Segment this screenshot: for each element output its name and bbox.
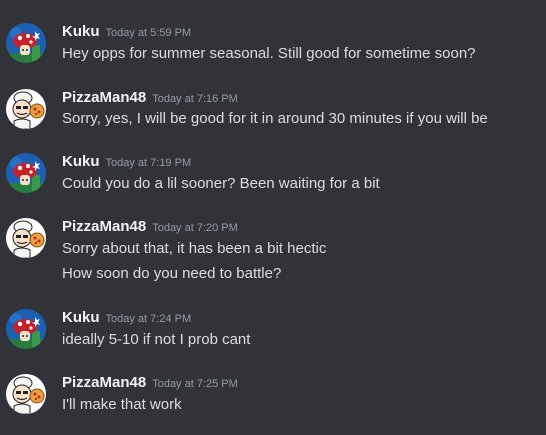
pizza-chef-avatar-icon xyxy=(6,218,46,258)
message-text: Sorry, yes, I will be good for it in aro… xyxy=(62,110,488,127)
timestamp: Today at 7:16 PM xyxy=(152,93,238,105)
avatar[interactable] xyxy=(6,153,46,193)
mushroom-avatar-icon xyxy=(6,153,46,193)
mushroom-avatar-icon xyxy=(6,23,46,63)
message-text: How soon do you need to battle? xyxy=(62,265,282,282)
timestamp: Today at 7:25 PM xyxy=(152,378,238,390)
avatar[interactable] xyxy=(6,374,46,414)
pizza-chef-avatar-icon xyxy=(6,89,46,129)
message-header: PizzaMan48 Today at 7:16 PM xyxy=(62,89,238,107)
chat-message-list: Kuku Today at 5:59 PM Hey opps for summer… xyxy=(0,0,546,435)
username[interactable]: PizzaMan48 xyxy=(62,89,146,106)
avatar[interactable] xyxy=(6,89,46,129)
message-header: Kuku Today at 5:59 PM xyxy=(62,23,191,41)
message-text: Sorry about that, it has been a bit hect… xyxy=(62,240,327,257)
timestamp: Today at 7:24 PM xyxy=(105,313,192,325)
avatar[interactable] xyxy=(6,309,46,349)
username[interactable]: PizzaMan48 xyxy=(62,374,146,391)
username[interactable]: Kuku xyxy=(62,153,100,170)
message-header: PizzaMan48 Today at 7:25 PM xyxy=(62,374,238,392)
message-text: I'll make that work xyxy=(62,396,182,413)
message-text: ideally 5-10 if not I prob cant xyxy=(62,331,251,348)
pizza-chef-avatar-icon xyxy=(6,374,46,414)
message-header: PizzaMan48 Today at 7:20 PM xyxy=(62,218,238,236)
timestamp: Today at 7:19 PM xyxy=(105,157,192,169)
message-header: Kuku Today at 7:19 PM xyxy=(62,153,191,171)
username[interactable]: Kuku xyxy=(62,23,100,40)
message-header: Kuku Today at 7:24 PM xyxy=(62,309,191,327)
mushroom-avatar-icon xyxy=(6,309,46,349)
avatar[interactable] xyxy=(6,218,46,258)
timestamp: Today at 7:20 PM xyxy=(152,222,238,234)
avatar[interactable] xyxy=(6,23,46,63)
username[interactable]: PizzaMan48 xyxy=(62,218,146,235)
username[interactable]: Kuku xyxy=(62,309,100,326)
timestamp: Today at 5:59 PM xyxy=(105,27,192,39)
message-text: Hey opps for summer seasonal. Still good… xyxy=(62,45,476,62)
message-text: Could you do a lil sooner? Been waiting … xyxy=(62,175,380,192)
